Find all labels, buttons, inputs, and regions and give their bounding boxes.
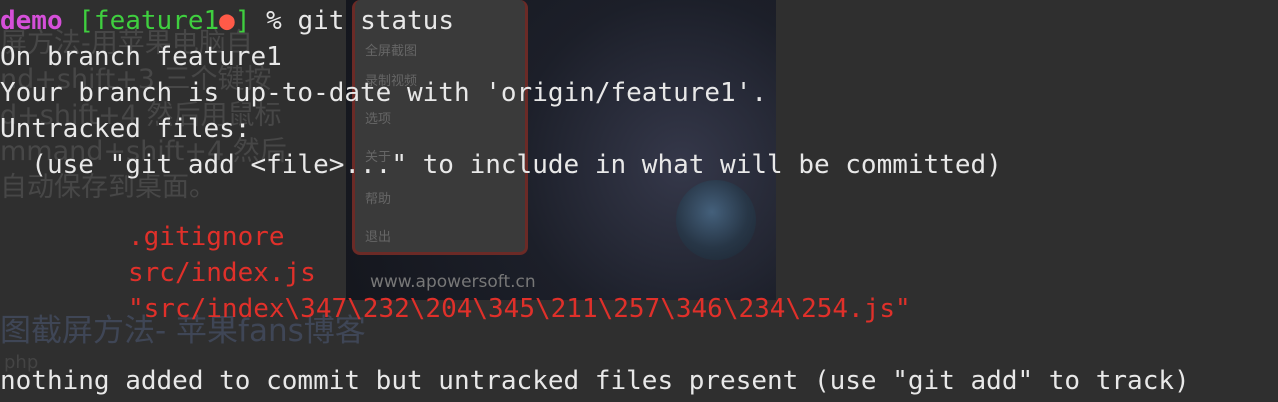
output-line: On branch feature1 bbox=[0, 42, 282, 72]
status-footer: nothing added to commit but untracked fi… bbox=[0, 366, 1190, 396]
prompt-user: demo bbox=[0, 6, 63, 36]
prompt-branch: [feature1 bbox=[78, 6, 220, 36]
prompt-command: git status bbox=[297, 6, 454, 36]
prompt-line: demo [feature1●] % git status bbox=[0, 3, 454, 39]
dirty-marker-icon: ● bbox=[219, 6, 235, 36]
untracked-file: src/index.js bbox=[128, 258, 316, 288]
prompt-branch-close: ] bbox=[234, 6, 251, 36]
terminal-window[interactable]: demo [feature1●] % git status On branch … bbox=[0, 3, 1278, 402]
output-line: Your branch is up-to-date with 'origin/f… bbox=[0, 78, 768, 108]
output-line: (use "git add <file>..." to include in w… bbox=[0, 150, 1002, 180]
untracked-file: .gitignore bbox=[128, 222, 285, 252]
untracked-file: "src/index\347\232\204\345\211\257\346\2… bbox=[128, 294, 911, 324]
output-line: Untracked files: bbox=[0, 114, 251, 144]
prompt-symbol: % bbox=[266, 6, 282, 36]
